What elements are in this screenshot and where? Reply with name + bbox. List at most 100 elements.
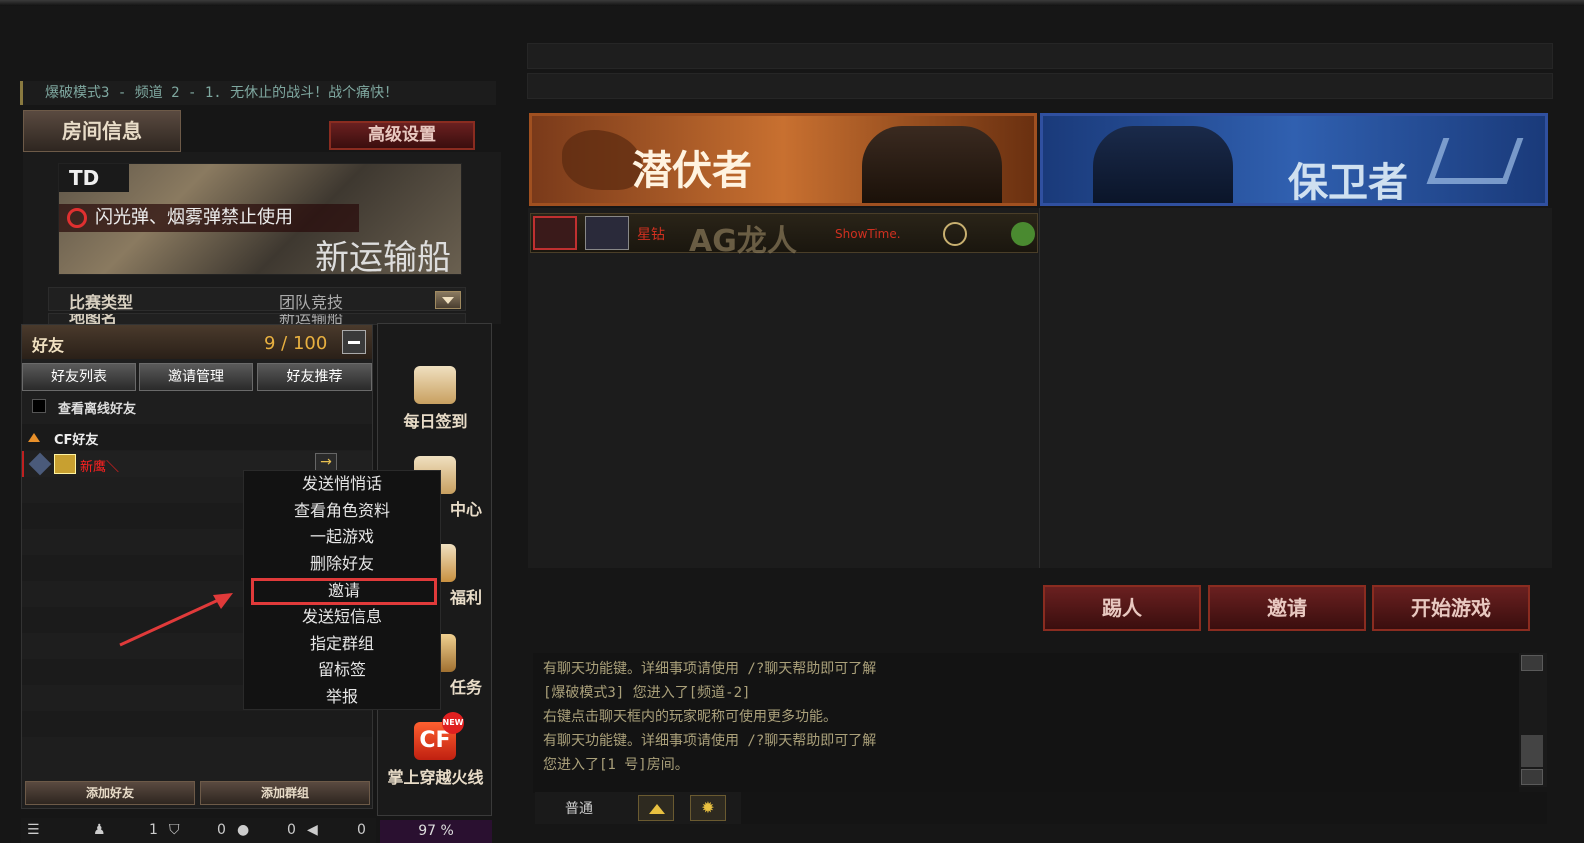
ready-star-icon [1011, 222, 1035, 246]
offline-label: 查看离线好友 [58, 402, 137, 417]
triangle-up-icon [28, 433, 40, 442]
group-row[interactable]: CF好友 [22, 424, 372, 450]
friends-title: 好友 [32, 336, 65, 355]
team-slots [528, 208, 1552, 568]
defender-emblem-icon [1426, 138, 1524, 184]
player-slot[interactable]: 星钻 AG龙人 ShowTime. [530, 213, 1038, 259]
tab-friend-list[interactable]: 好友列表 [22, 363, 136, 391]
menu-item-assign-group[interactable]: 指定群组 [244, 631, 440, 658]
no-icon [67, 208, 87, 228]
team-defender-banner[interactable]: 保卫者 [1040, 113, 1548, 206]
collapse-button[interactable] [342, 330, 366, 354]
friends-header: 好友 9 / 100 [22, 325, 372, 359]
players-icon: ♟ [93, 822, 106, 838]
status-bar: ☰ ♟ 1 ⛉ 0 ● 0 ◀ 0 [21, 818, 376, 843]
cf-mobile-button[interactable]: CF NEW 掌上穿越火线 [378, 712, 493, 800]
group-label: CF好友 [54, 433, 99, 448]
progress-percent: 97 % [380, 820, 492, 843]
context-menu: 发送悄悄话 查看角色资料 一起游戏 删除好友 邀请 发送短信息 指定群组 留标签… [243, 470, 441, 710]
v-badge-icon [943, 222, 967, 246]
menu-item-tag[interactable]: 留标签 [244, 657, 440, 684]
welfare-label: 福利 [449, 588, 482, 607]
kick-button[interactable]: 踢人 [1043, 585, 1201, 631]
match-type-value: 团队竞技 [279, 293, 344, 312]
team-divider [1039, 208, 1040, 568]
cf-mobile-label: 掌上穿越火线 [387, 768, 484, 787]
chat-line: 有聊天功能键。详细事项请使用 /?聊天帮助即可了解 [543, 733, 877, 749]
invite-button[interactable]: 邀请 [1208, 585, 1366, 631]
menu-item-delete-friend[interactable]: 删除好友 [244, 551, 440, 578]
map-name: 新运输船 [315, 238, 451, 275]
menu-list-icon: ☰ [27, 822, 40, 838]
gear-icon[interactable]: ✹ [690, 795, 726, 821]
chat-bubble-icon: ● [237, 822, 250, 838]
mode-tag: TD [59, 164, 129, 192]
lion-emblem-icon [562, 130, 642, 190]
triangle-up-icon [649, 804, 665, 814]
chat-line: 您进入了[1 号]房间。 [543, 757, 689, 773]
map-notice-text: 闪光弹、烟雾弹禁止使用 [95, 207, 293, 228]
soldier-figure [862, 126, 1002, 203]
offline-checkbox[interactable] [32, 399, 46, 413]
stat-value-1: 0 [217, 822, 226, 838]
menu-item-whisper[interactable]: 发送悄悄话 [244, 471, 440, 498]
team-lurker-banner[interactable]: 潜伏者 [529, 113, 1037, 206]
friends-count: 9 / 100 [264, 333, 328, 354]
rank-diamond-icon [585, 216, 629, 250]
chat-mode-up-button[interactable] [638, 795, 674, 821]
friend-name[interactable]: 新鹰＼ [80, 456, 119, 475]
tab-friend-recommend[interactable]: 好友推荐 [257, 363, 372, 391]
add-group-button[interactable]: 添加群组 [200, 781, 370, 805]
room-subtitle-bar [527, 73, 1553, 99]
match-type-row[interactable]: 比赛类型 团队竞技 [48, 287, 466, 312]
menu-item-play-together[interactable]: 一起游戏 [244, 524, 440, 551]
chat-line: 有聊天功能键。详细事项请使用 /?聊天帮助即可了解 [543, 661, 877, 677]
gift-center-label: 中心 [449, 500, 482, 519]
chat-log[interactable]: 有聊天功能键。详细事项请使用 /?聊天帮助即可了解 [爆破模式3] 您进入了[频… [533, 653, 1519, 793]
scroll-up-button[interactable] [1521, 655, 1543, 671]
chat-input[interactable] [741, 792, 1547, 824]
add-friend-button[interactable]: 添加好友 [25, 781, 195, 805]
menu-item-report[interactable]: 举报 [244, 684, 440, 711]
tab-invite-manage[interactable]: 邀请管理 [139, 363, 253, 391]
soldier-figure [1093, 126, 1233, 203]
match-type-label: 比赛类型 [69, 293, 134, 312]
player-name: ShowTime. [835, 227, 901, 241]
chevron-down-icon[interactable] [435, 291, 461, 309]
advanced-settings-button[interactable]: 高级设置 [329, 121, 475, 150]
top-frame [0, 0, 1584, 6]
daily-checkin-button[interactable]: 每日签到 [378, 354, 493, 442]
host-skull-icon [533, 216, 577, 250]
calendar-check-icon [414, 366, 456, 404]
menu-item-view-profile[interactable]: 查看角色资料 [244, 498, 440, 525]
menu-item-send-message[interactable]: 发送短信息 [244, 604, 440, 631]
team-lurker-name: 潜伏者 [632, 148, 752, 194]
player-prefix: 星钻 [637, 227, 665, 243]
empty-row [22, 711, 372, 737]
scroll-thumb[interactable] [1521, 735, 1543, 767]
start-game-button[interactable]: 开始游戏 [1372, 585, 1530, 631]
room-info-tab[interactable]: 房间信息 [23, 110, 181, 152]
map-preview: TD 闪光弹、烟雾弹禁止使用 新运输船 [58, 163, 462, 275]
annotation-arrow [119, 593, 233, 647]
minus-icon [348, 341, 360, 344]
chat-scrollbar[interactable] [1519, 653, 1547, 787]
rank-icon [28, 452, 52, 476]
badge-icon [54, 454, 76, 474]
chat-line: [爆破模式3] 您进入了[频道-2] [543, 685, 751, 701]
shield-icon: ⛉ [169, 822, 180, 838]
stat-value-3: 0 [357, 822, 366, 838]
speaker-icon: ◀ [307, 822, 318, 838]
chat-input-bar: 普通 ✹ [535, 792, 1547, 824]
menu-item-invite[interactable]: 邀请 [251, 578, 437, 605]
chat-line: 右键点击聊天框内的玩家昵称可使用更多功能。 [543, 709, 837, 725]
stat-value-2: 0 [287, 822, 296, 838]
room-title-bar [527, 43, 1553, 69]
chat-mode-label[interactable]: 普通 [565, 798, 593, 818]
team-defender-name: 保卫者 [1288, 160, 1408, 206]
scroll-down-button[interactable] [1521, 769, 1543, 785]
map-notice: 闪光弹、烟雾弹禁止使用 [59, 204, 359, 232]
new-badge: NEW [442, 712, 464, 734]
task-label: 任务 [449, 678, 482, 697]
player-clan: AG龙人 [689, 224, 797, 259]
